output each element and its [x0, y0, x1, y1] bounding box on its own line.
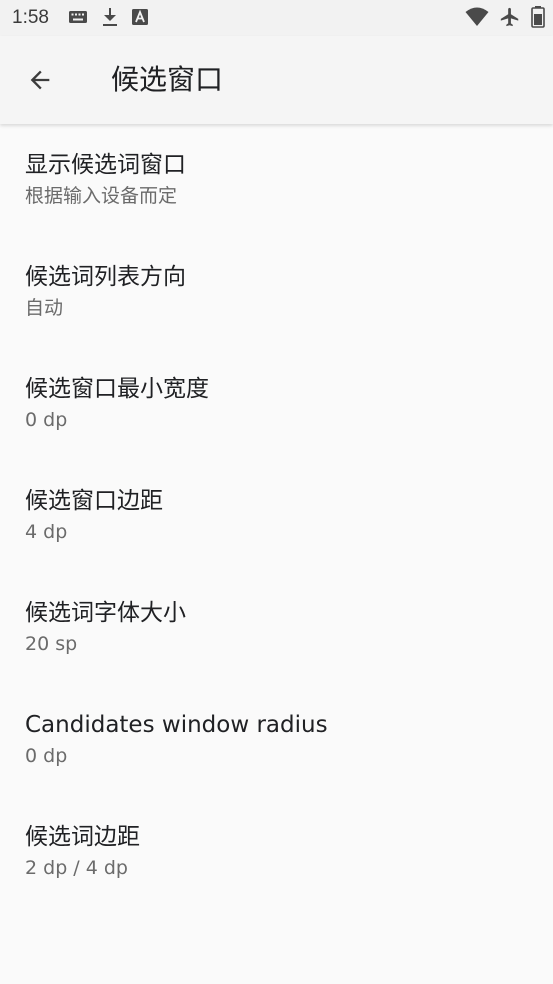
pref-candidates-orientation[interactable]: 候选词列表方向 自动 [0, 236, 553, 348]
wifi-icon [465, 7, 489, 27]
pref-window-radius[interactable]: Candidates window radius 0 dp [0, 684, 553, 796]
pref-summary: 0 dp [25, 745, 68, 767]
pref-candidate-padding[interactable]: 候选词边距 2 dp / 4 dp [0, 796, 553, 908]
status-icons-left [68, 7, 148, 27]
font-icon [132, 9, 148, 25]
back-button[interactable] [16, 56, 64, 104]
pref-summary: 0 dp [25, 409, 68, 431]
status-time: 1:58 [12, 7, 49, 28]
pref-title: 候选词边距 [25, 824, 140, 850]
keyboard-icon [68, 9, 88, 25]
status-bar: 1:58 [0, 0, 553, 36]
pref-title: 候选窗口最小宽度 [25, 376, 209, 402]
pref-title: 候选窗口边距 [25, 488, 163, 514]
preference-list: 显示候选词窗口 根据输入设备而定 候选词列表方向 自动 候选窗口最小宽度 0 d… [0, 124, 553, 908]
pref-title: 候选词字体大小 [25, 600, 186, 626]
battery-icon [531, 6, 545, 28]
pref-title: 显示候选词窗口 [25, 152, 186, 178]
pref-show-candidates-window[interactable]: 显示候选词窗口 根据输入设备而定 [0, 124, 553, 236]
arrow-back-icon [26, 66, 54, 94]
download-icon [102, 7, 118, 27]
pref-summary: 自动 [25, 297, 64, 319]
pref-candidate-font-size[interactable]: 候选词字体大小 20 sp [0, 572, 553, 684]
pref-summary: 2 dp / 4 dp [25, 857, 128, 879]
pref-title: Candidates window radius [25, 712, 328, 738]
pref-summary: 20 sp [25, 633, 78, 655]
pref-summary: 4 dp [25, 521, 68, 543]
app-bar: 候选窗口 [0, 36, 553, 124]
pref-title: 候选词列表方向 [25, 264, 186, 290]
airplane-icon [499, 6, 521, 28]
pref-window-padding[interactable]: 候选窗口边距 4 dp [0, 460, 553, 572]
page-title: 候选窗口 [111, 63, 224, 96]
pref-window-min-width[interactable]: 候选窗口最小宽度 0 dp [0, 348, 553, 460]
pref-summary: 根据输入设备而定 [25, 185, 178, 207]
status-icons-right [465, 6, 545, 28]
